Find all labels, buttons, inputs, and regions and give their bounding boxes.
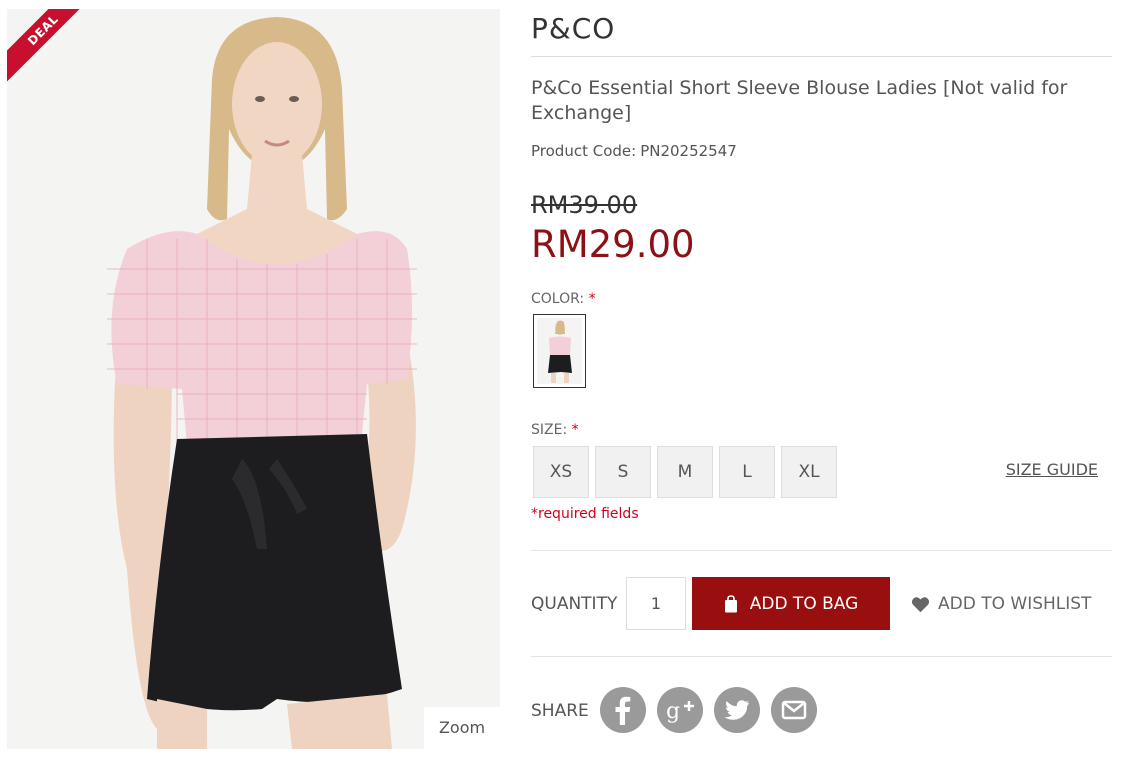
original-price: RM39.00 — [531, 191, 638, 219]
divider — [531, 656, 1112, 657]
quantity-label: QUANTITY — [531, 594, 618, 614]
product-photo — [7, 9, 500, 749]
color-swatch[interactable] — [533, 314, 586, 388]
product-code: Product Code: PN20252547 — [531, 142, 737, 160]
facebook-icon[interactable] — [600, 687, 646, 733]
size-options: XS S M L XL — [533, 446, 837, 498]
brand-name[interactable]: P&CO — [531, 12, 615, 45]
size-option-xs[interactable]: XS — [533, 446, 589, 498]
required-mark: * — [571, 422, 579, 438]
share-icons: g — [600, 687, 817, 733]
product-title: P&Co Essential Short Sleeve Blouse Ladie… — [531, 77, 1068, 124]
size-label: SIZE: * — [531, 422, 579, 438]
product-image[interactable]: DEAL Zoom — [7, 9, 500, 749]
quantity-input[interactable] — [626, 577, 686, 630]
size-option-m[interactable]: M — [657, 446, 713, 498]
product-code-label: Product Code: — [531, 142, 637, 160]
shopping-bag-icon — [724, 594, 737, 612]
zoom-button[interactable]: Zoom — [424, 707, 500, 749]
size-guide-link[interactable]: SIZE GUIDE — [1006, 460, 1098, 479]
google-plus-icon[interactable]: g — [657, 687, 703, 733]
email-glyph — [781, 700, 807, 720]
size-label-text: SIZE: — [531, 422, 568, 438]
wishlist-label: ADD TO WISHLIST — [938, 594, 1092, 614]
color-label-text: COLOR: — [531, 291, 585, 307]
svg-text:g: g — [666, 699, 680, 724]
twitter-icon[interactable] — [714, 687, 760, 733]
divider — [531, 56, 1112, 57]
share-label: SHARE — [531, 701, 589, 721]
facebook-glyph — [615, 696, 631, 725]
required-mark: * — [588, 291, 596, 307]
color-label: COLOR: * — [531, 291, 596, 307]
google-plus-glyph: g — [666, 699, 694, 724]
add-to-bag-button[interactable]: ADD TO BAG — [692, 577, 890, 630]
size-option-l[interactable]: L — [719, 446, 775, 498]
heart-icon — [911, 596, 930, 612]
add-to-wishlist-button[interactable]: ADD TO WISHLIST — [911, 594, 1091, 614]
email-icon[interactable] — [771, 687, 817, 733]
swatch-thumbnail — [537, 318, 582, 384]
twitter-glyph — [724, 700, 749, 720]
size-option-s[interactable]: S — [595, 446, 651, 498]
size-option-xl[interactable]: XL — [781, 446, 837, 498]
divider — [531, 550, 1112, 551]
sale-price: RM29.00 — [531, 223, 695, 266]
required-fields-note: *required fields — [531, 506, 639, 522]
product-code-value: PN20252547 — [640, 142, 737, 160]
add-to-bag-label: ADD TO BAG — [749, 593, 859, 614]
